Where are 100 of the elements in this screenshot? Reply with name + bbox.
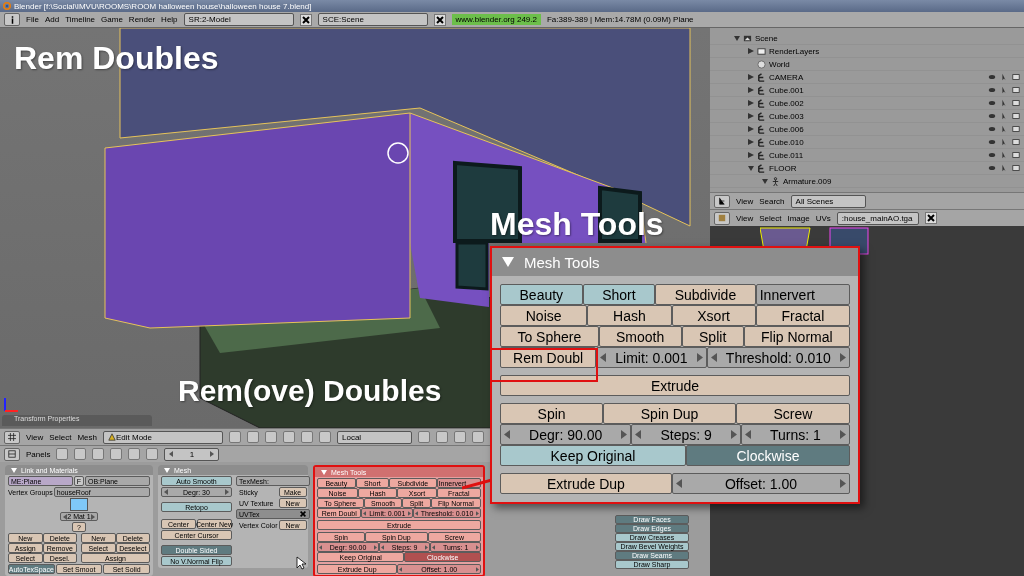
menu-item[interactable]: File [26, 15, 39, 24]
screen-field[interactable]: SR:2-Model [183, 13, 294, 26]
tool-button[interactable]: Xsort [671, 305, 756, 326]
toolbar-icon[interactable] [418, 431, 430, 443]
collapse-triangle-icon[interactable] [502, 257, 514, 267]
menu-item[interactable]: Game [101, 15, 123, 24]
expand-triangle-icon[interactable] [748, 100, 754, 106]
menu-item[interactable]: Timeline [65, 15, 96, 24]
number-field[interactable]: Steps: 9 [631, 424, 741, 445]
toggle-button[interactable]: Keep Original [500, 445, 686, 466]
toolbar-icon[interactable] [283, 431, 295, 443]
number-field[interactable]: Threshold: 0.010 [706, 347, 850, 368]
expand-triangle-icon[interactable] [748, 74, 754, 80]
collapse-triangle-icon[interactable] [748, 165, 754, 171]
tool-button[interactable]: Extrude [500, 375, 850, 396]
outliner-item[interactable]: CAMERA [769, 72, 804, 82]
toolbar-icon[interactable] [319, 431, 331, 443]
menu-item[interactable]: Render [128, 15, 156, 24]
tool-button[interactable]: Screw [735, 403, 850, 424]
scene-filter-dropdown[interactable]: All Scenes [790, 194, 866, 208]
expand-triangle-icon[interactable] [748, 139, 754, 145]
menu-item[interactable]: Mesh [77, 432, 97, 442]
editor-type-button[interactable] [714, 194, 730, 208]
context-icon[interactable] [146, 448, 159, 460]
number-field[interactable]: Turns: 1 [740, 424, 850, 445]
toolbar-icon[interactable] [301, 431, 313, 443]
menu-item[interactable]: Search [759, 196, 785, 206]
number-field[interactable]: Limit: 0.001 [596, 347, 707, 368]
outliner-item[interactable]: Cube.011 [769, 150, 804, 160]
outliner-item[interactable]: Armature.009 [783, 176, 832, 186]
dropdown-menu[interactable]: Innervert [755, 284, 850, 305]
expand-triangle-icon[interactable] [748, 126, 754, 132]
info-menu-button[interactable] [4, 13, 20, 26]
expand-triangle-icon[interactable] [748, 152, 754, 158]
tool-button[interactable]: Noise [500, 305, 588, 326]
outliner-item[interactable]: Cube.003 [769, 111, 804, 121]
tool-button[interactable]: Flip Normal [743, 326, 850, 347]
context-icon[interactable] [74, 448, 87, 460]
toolbar-icon[interactable] [472, 431, 484, 443]
outliner-item[interactable]: Cube.010 [769, 137, 804, 147]
close-icon[interactable] [298, 510, 307, 518]
tool-button[interactable]: Fractal [755, 305, 851, 326]
outliner-item[interactable]: Cube.006 [769, 124, 804, 134]
menu-item[interactable]: Help [161, 15, 178, 24]
tool-button[interactable]: To Sphere [500, 326, 599, 347]
frame-field[interactable]: 1 [164, 447, 220, 461]
expand-triangle-icon[interactable] [748, 113, 754, 119]
outliner-item[interactable]: Cube.001 [769, 85, 804, 95]
toggle-button[interactable]: Short [582, 284, 656, 305]
tool-button[interactable]: Rem Doubl [500, 347, 597, 368]
collapse-triangle-icon[interactable] [762, 178, 768, 184]
close-icon[interactable] [433, 13, 446, 26]
toolbar-icon[interactable] [229, 431, 241, 443]
mode-dropdown[interactable]: Edit Mode [103, 430, 223, 444]
tool-button[interactable]: Smooth [598, 326, 682, 347]
editor-type-button[interactable] [4, 430, 20, 444]
toolbar-icon[interactable] [454, 431, 466, 443]
outliner-item[interactable]: World [769, 59, 790, 69]
expand-triangle-icon[interactable] [748, 87, 754, 93]
outliner-item[interactable]: Cube.002 [769, 98, 804, 108]
toggle-button[interactable]: Beauty [500, 284, 583, 305]
collapse-triangle-icon[interactable] [164, 467, 170, 473]
close-icon[interactable] [924, 212, 937, 224]
tool-button[interactable]: Spin Dup [603, 403, 736, 424]
tool-button[interactable]: Spin [500, 403, 604, 424]
collapse-triangle-icon[interactable] [734, 35, 740, 41]
menu-item[interactable]: View [26, 432, 44, 442]
number-field[interactable]: Offset: 1.00 [671, 473, 850, 494]
scene-field[interactable]: SCE:Scene [317, 13, 428, 26]
material-color-swatch[interactable] [70, 498, 88, 511]
collapse-triangle-icon[interactable] [321, 469, 327, 475]
website-link[interactable]: www.blender.org 249.2 [451, 14, 541, 25]
tool-button[interactable]: Extrude Dup [500, 473, 672, 494]
close-icon[interactable] [299, 13, 312, 26]
toolbar-icon[interactable] [247, 431, 259, 443]
menu-item[interactable]: Add [44, 15, 60, 24]
expand-triangle-icon[interactable] [748, 48, 754, 54]
orientation-dropdown[interactable]: Local [337, 430, 412, 444]
menu-item[interactable]: Select [49, 432, 72, 442]
image-name-field[interactable]: :house_mainAO.tga [836, 211, 919, 225]
toggle-button[interactable]: Clockwise [685, 445, 850, 466]
tool-button[interactable]: Subdivide [655, 284, 756, 305]
outliner-item[interactable]: RenderLayers [769, 46, 820, 56]
menu-item[interactable]: View [736, 196, 754, 206]
menu-item[interactable]: View [736, 213, 754, 223]
outliner-item[interactable]: FLOOR [769, 163, 797, 173]
menu-item[interactable]: Image [787, 213, 810, 223]
context-icon[interactable] [56, 448, 69, 460]
collapse-triangle-icon[interactable] [11, 467, 17, 473]
context-icon[interactable] [110, 448, 123, 460]
outliner-item[interactable]: Scene [755, 33, 778, 43]
toolbar-icon[interactable] [265, 431, 277, 443]
context-icon[interactable] [128, 448, 141, 460]
toolbar-icon[interactable] [436, 431, 448, 443]
tool-button[interactable]: Split [681, 326, 744, 347]
tool-button[interactable]: Hash [587, 305, 672, 326]
menu-item[interactable]: Select [759, 213, 782, 223]
number-field[interactable]: Degr: 90.00 [500, 424, 632, 445]
menu-item[interactable]: UVs [815, 213, 831, 223]
context-icon[interactable] [92, 448, 105, 460]
